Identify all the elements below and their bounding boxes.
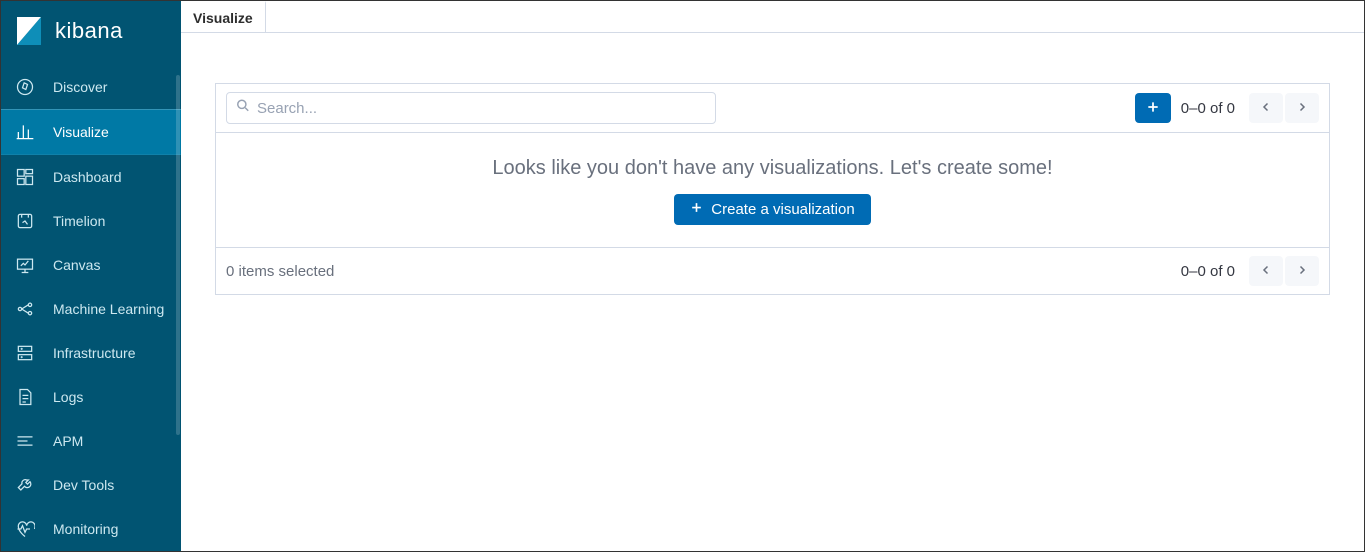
wrench-icon bbox=[15, 475, 35, 495]
brand-name: kibana bbox=[55, 18, 123, 44]
sidebar-item-timelion[interactable]: Timelion bbox=[1, 199, 181, 243]
dashboard-icon bbox=[15, 167, 35, 187]
sidebar-item-dashboard[interactable]: Dashboard bbox=[1, 155, 181, 199]
sidebar-item-label: Infrastructure bbox=[53, 345, 135, 361]
content-area: 0–0 of 0 bbox=[181, 33, 1364, 295]
sidebar-item-label: Dev Tools bbox=[53, 477, 114, 493]
search-input[interactable] bbox=[226, 92, 716, 124]
sidebar-item-label: Discover bbox=[53, 79, 107, 95]
empty-state-title: Looks like you don't have any visualizat… bbox=[226, 157, 1319, 180]
visualization-list-panel: 0–0 of 0 bbox=[215, 83, 1330, 295]
toolbar: 0–0 of 0 bbox=[216, 84, 1329, 133]
sidebar-item-apm[interactable]: APM bbox=[1, 419, 181, 463]
compass-icon bbox=[15, 77, 35, 97]
brand-logo[interactable]: kibana bbox=[1, 1, 181, 65]
sidebar-item-label: Canvas bbox=[53, 257, 100, 273]
panel-footer: 0 items selected 0–0 of 0 bbox=[216, 248, 1329, 294]
sidebar-item-dev-tools[interactable]: Dev Tools bbox=[1, 463, 181, 507]
empty-state: Looks like you don't have any visualizat… bbox=[216, 133, 1329, 248]
logs-icon bbox=[15, 387, 35, 407]
plus-icon bbox=[690, 201, 703, 218]
pager-next-button[interactable] bbox=[1285, 256, 1319, 286]
pager-range-text: 0–0 of 0 bbox=[1181, 263, 1235, 280]
pager-prev-button[interactable] bbox=[1249, 93, 1283, 123]
kibana-logo-icon bbox=[13, 15, 45, 47]
sidebar-item-infrastructure[interactable]: Infrastructure bbox=[1, 331, 181, 375]
create-button-label: Create a visualization bbox=[711, 201, 854, 218]
timelion-icon bbox=[15, 211, 35, 231]
chevron-right-icon bbox=[1296, 263, 1308, 279]
pager-range-text: 0–0 of 0 bbox=[1181, 100, 1235, 117]
main-content: Visualize 0–0 of 0 bbox=[181, 1, 1364, 551]
tab-label: Visualize bbox=[193, 10, 253, 26]
pager-prev-button[interactable] bbox=[1249, 256, 1283, 286]
plus-icon bbox=[1146, 98, 1160, 119]
chevron-right-icon bbox=[1296, 100, 1308, 116]
sidebar-item-label: Dashboard bbox=[53, 169, 122, 185]
sidebar-item-discover[interactable]: Discover bbox=[1, 65, 181, 109]
sidebar: kibana Discover Visualize Dashboard Time… bbox=[1, 1, 181, 551]
sidebar-item-label: Visualize bbox=[53, 124, 109, 140]
ml-icon bbox=[15, 299, 35, 319]
pager-bottom: 0–0 of 0 bbox=[1181, 256, 1319, 286]
sidebar-item-label: APM bbox=[53, 433, 83, 449]
sidebar-item-logs[interactable]: Logs bbox=[1, 375, 181, 419]
apm-icon bbox=[15, 431, 35, 451]
heartbeat-icon bbox=[15, 519, 35, 539]
sidebar-item-machine-learning[interactable]: Machine Learning bbox=[1, 287, 181, 331]
pager-top: 0–0 of 0 bbox=[1181, 93, 1319, 123]
sidebar-item-visualize[interactable]: Visualize bbox=[1, 109, 181, 155]
sidebar-item-label: Monitoring bbox=[53, 521, 118, 537]
chart-icon bbox=[15, 122, 35, 142]
selected-count-text: 0 items selected bbox=[226, 263, 334, 280]
chevron-left-icon bbox=[1260, 100, 1272, 116]
top-tab-bar: Visualize bbox=[181, 1, 1364, 33]
infrastructure-icon bbox=[15, 343, 35, 363]
sidebar-item-label: Logs bbox=[53, 389, 83, 405]
sidebar-scrollbar[interactable] bbox=[176, 75, 180, 435]
tab-visualize[interactable]: Visualize bbox=[181, 1, 266, 32]
add-visualization-button[interactable] bbox=[1135, 93, 1171, 123]
sidebar-item-canvas[interactable]: Canvas bbox=[1, 243, 181, 287]
pager-next-button[interactable] bbox=[1285, 93, 1319, 123]
canvas-icon bbox=[15, 255, 35, 275]
create-visualization-button[interactable]: Create a visualization bbox=[674, 194, 870, 225]
sidebar-item-label: Machine Learning bbox=[53, 301, 164, 317]
sidebar-item-label: Timelion bbox=[53, 213, 105, 229]
chevron-left-icon bbox=[1260, 263, 1272, 279]
search-field-wrap bbox=[226, 92, 716, 124]
sidebar-item-monitoring[interactable]: Monitoring bbox=[1, 507, 181, 551]
